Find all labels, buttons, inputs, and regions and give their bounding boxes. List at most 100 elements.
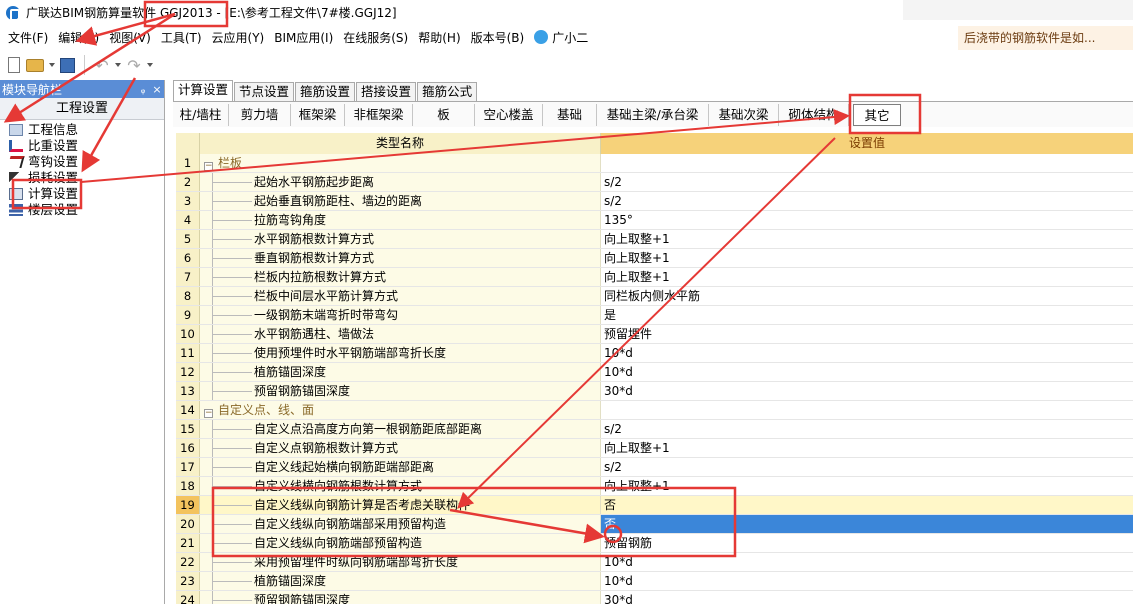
setting-value-cell[interactable]: s/2 [601,458,1133,476]
setting-value-cell[interactable]: s/2 [601,192,1133,210]
setting-value-cell[interactable]: 135° [601,211,1133,229]
subtab-masonry[interactable]: 砌体结构 [779,103,849,126]
tab-node-settings[interactable]: 节点设置 [234,82,295,101]
chevron-down-icon[interactable] [147,63,153,67]
module-nav-title: 模块导航栏 [2,82,63,97]
menu-file[interactable]: 文件(F) [0,27,53,49]
collapse-icon[interactable]: − [204,409,213,418]
setting-value-cell[interactable]: 10*d [601,553,1133,571]
subtab-slab[interactable]: 板 [413,103,475,126]
table-row[interactable]: 19 自定义线纵向钢筋计算是否考虑关联构件 否 [176,496,1133,515]
table-row[interactable]: 13 预留钢筋锚固深度 30*d [176,382,1133,401]
subtab-hollow-floor[interactable]: 空心楼盖 [475,103,543,126]
menu-view[interactable]: 视图(V) [104,27,156,49]
nav-item-loss[interactable]: 损耗设置 [0,170,164,186]
nav-item-density[interactable]: 比重设置 [0,138,164,154]
setting-value-cell[interactable]: 同栏板内侧水平筋 [601,287,1133,305]
save-icon[interactable] [60,57,75,73]
setting-value-cell[interactable]: 30*d [601,591,1133,604]
menu-version[interactable]: 版本号(B) [466,27,530,49]
type-name-cell: 自定义线纵向钢筋端部预留构造 [200,534,601,552]
subtab-other[interactable]: 其它 [853,103,901,126]
table-row[interactable]: 21 自定义线纵向钢筋端部预留构造 预留钢筋 [176,534,1133,553]
subtab-foundation-main-beam[interactable]: 基础主梁/承台梁 [597,103,709,126]
subtab-nonframe-beam[interactable]: 非框架梁 [345,103,413,126]
nav-item-calc-settings[interactable]: 计算设置 [0,186,164,202]
group-row[interactable]: 1− 栏板 [176,154,1133,173]
setting-value-cell[interactable]: 预留钢筋 [601,534,1133,552]
table-row[interactable]: 22 采用预留埋件时纵向钢筋端部弯折长度 10*d [176,553,1133,572]
nav-item-project-info[interactable]: 工程信息 [0,122,164,138]
menu-edit[interactable]: 编辑(E) [53,27,104,49]
table-row[interactable]: 4 拉筋弯钩角度 135° [176,211,1133,230]
tab-stirrup-formula[interactable]: 箍筋公式 [417,82,478,101]
setting-value-cell[interactable] [601,401,1133,419]
table-row[interactable]: 20 自定义线纵向钢筋端部采用预留构造 否 [176,515,1133,534]
open-folder-icon[interactable] [26,58,44,72]
subtab-shear-wall[interactable]: 剪力墙 [229,103,291,126]
close-icon[interactable]: × [150,83,164,96]
table-row[interactable]: 11 使用预埋件时水平钢筋端部弯折长度 10*d [176,344,1133,363]
setting-value-cell[interactable]: s/2 [601,420,1133,438]
setting-value-cell[interactable]: s/2 [601,173,1133,191]
redo-icon[interactable]: ↷ [126,56,142,75]
group-row[interactable]: 14− 自定义点、线、面 [176,401,1133,420]
chevron-down-icon[interactable] [115,63,121,67]
setting-value-cell[interactable]: 向上取整+1 [601,268,1133,286]
table-row[interactable]: 8 栏板中间层水平筋计算方式 同栏板内侧水平筋 [176,287,1133,306]
table-row[interactable]: 15 自定义点沿高度方向第一根钢筋距底部距离 s/2 [176,420,1133,439]
subtab-frame-beam[interactable]: 框架梁 [291,103,345,126]
menu-cloud[interactable]: 云应用(Y) [207,27,270,49]
notice-banner[interactable]: 后浇带的钢筋软件是如... [958,26,1133,50]
undo-icon[interactable]: ↶ [94,56,110,75]
table-row[interactable]: 17 自定义线起始横向钢筋距端部距离 s/2 [176,458,1133,477]
subtab-foundation-secondary-beam[interactable]: 基础次梁 [709,103,779,126]
table-row[interactable]: 10 水平钢筋遇柱、墙做法 预留埋件 [176,325,1133,344]
setting-value-cell[interactable] [601,154,1133,172]
table-row[interactable]: 5 水平钢筋根数计算方式 向上取整+1 [176,230,1133,249]
setting-value-cell[interactable]: 预留埋件 [601,325,1133,343]
type-name-cell: 植筋锚固深度 [200,363,601,381]
collapse-icon[interactable]: − [204,162,213,171]
table-row[interactable]: 2 起始水平钢筋起步距离 s/2 [176,173,1133,192]
pin-icon[interactable]: ᵩ [136,83,150,96]
menu-assistant[interactable]: 广小二 [529,27,593,49]
type-name-label: 植筋锚固深度 [254,365,327,379]
tab-stirrup-settings[interactable]: 箍筋设置 [295,82,356,101]
menu-bim[interactable]: BIM应用(I) [269,27,338,49]
setting-value-cell[interactable]: 是 [601,306,1133,324]
setting-value-cell[interactable]: 否 [601,496,1133,514]
subtab-foundation[interactable]: 基础 [543,103,597,126]
setting-value-cell[interactable]: 向上取整+1 [601,230,1133,248]
setting-value-cell[interactable]: 30*d [601,382,1133,400]
table-row[interactable]: 9 一级钢筋末端弯折时带弯勾 是 [176,306,1133,325]
setting-value-cell[interactable]: 向上取整+1 [601,249,1133,267]
menu-help[interactable]: 帮助(H) [413,27,465,49]
table-row[interactable]: 24 预留钢筋锚固深度 30*d [176,591,1133,604]
project-settings-section[interactable]: 工程设置 [0,98,164,120]
menu-tools[interactable]: 工具(T) [156,27,207,49]
setting-value-cell[interactable]: 10*d [601,344,1133,362]
setting-value-cell[interactable]: 向上取整+1 [601,439,1133,457]
setting-value-cell[interactable]: 10*d [601,363,1133,381]
tab-lap-settings[interactable]: 搭接设置 [356,82,417,101]
setting-value-cell[interactable]: 10*d [601,572,1133,590]
new-file-icon[interactable] [8,57,20,73]
component-subtabs: 柱/墙柱 剪力墙 框架梁 非框架梁 板 空心楼盖 基础 基础主梁/承台梁 基础次… [173,101,1133,127]
setting-value-cell[interactable]: 向上取整+1 [601,477,1133,495]
table-row[interactable]: 23 植筋锚固深度 10*d [176,572,1133,591]
table-row[interactable]: 7 栏板内拉筋根数计算方式 向上取整+1 [176,268,1133,287]
chevron-down-icon[interactable] [49,63,55,67]
nav-item-floor[interactable]: 楼层设置 [0,202,164,218]
table-row[interactable]: 6 垂直钢筋根数计算方式 向上取整+1 [176,249,1133,268]
table-row[interactable]: 3 起始垂直钢筋距柱、墙边的距离 s/2 [176,192,1133,211]
table-row[interactable]: 16 自定义点钢筋根数计算方式 向上取整+1 [176,439,1133,458]
menu-online[interactable]: 在线服务(S) [338,27,413,49]
nav-item-hook[interactable]: 弯钩设置 [0,154,164,170]
table-row[interactable]: 12 植筋锚固深度 10*d [176,363,1133,382]
table-row[interactable]: 18 自定义线横向钢筋根数计算方式 向上取整+1 [176,477,1133,496]
setting-value-cell[interactable]: 否 [601,515,1133,533]
type-name-cell: 自定义点钢筋根数计算方式 [200,439,601,457]
subtab-column[interactable]: 柱/墙柱 [173,103,229,126]
tab-calc-settings[interactable]: 计算设置 [173,80,234,101]
